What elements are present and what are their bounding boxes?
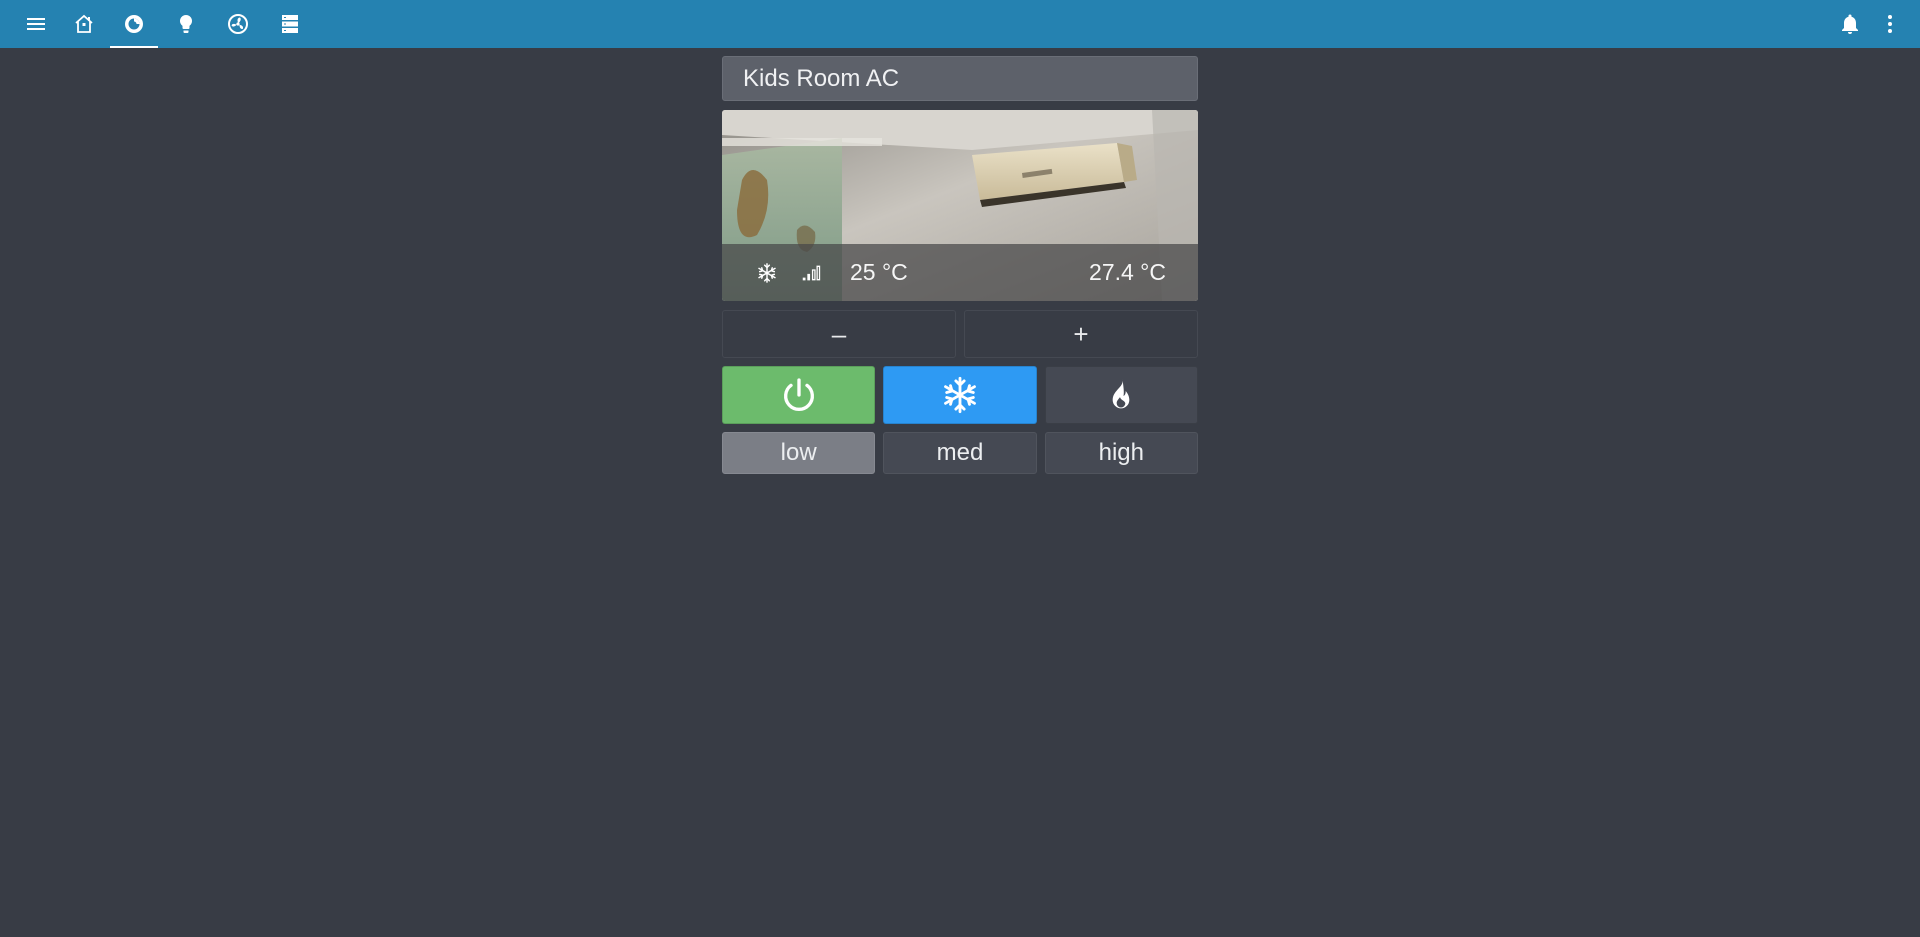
snowflake-icon — [758, 262, 776, 283]
mode-cool-button[interactable] — [883, 366, 1037, 424]
tab-home[interactable] — [60, 0, 108, 48]
top-app-bar — [0, 0, 1920, 48]
fan-med-button[interactable]: med — [883, 432, 1037, 474]
fire-icon — [1112, 379, 1130, 409]
mode-heat-button[interactable] — [1044, 366, 1198, 424]
room-picture: 25 °C 27.4 °C — [722, 110, 1198, 301]
card-title: Kids Room AC — [722, 56, 1198, 101]
tab-fans[interactable] — [214, 0, 262, 48]
tab-lights[interactable] — [162, 0, 210, 48]
fan-mode-row: low med high — [722, 432, 1198, 474]
server-icon — [282, 15, 298, 33]
bell-icon — [1842, 14, 1858, 34]
lightbulb-icon — [179, 14, 193, 34]
thermostat-card: Kids Room AC 25 °C 27.4 °C – + low med h… — [722, 56, 1198, 474]
fan-speed-indicator — [800, 244, 822, 301]
fan-high-button[interactable]: high — [1044, 432, 1198, 474]
fan-low-button[interactable]: low — [722, 432, 876, 474]
decrease-temp-button[interactable]: – — [722, 310, 956, 358]
increase-temp-button[interactable]: + — [964, 310, 1198, 358]
target-temperature: 25 °C — [850, 259, 908, 285]
thermostat-view-icon — [125, 15, 143, 33]
hvac-mode-indicator — [756, 244, 778, 301]
current-temperature: 27.4 °C — [1089, 259, 1166, 285]
more-vert-icon — [1888, 15, 1892, 33]
power-icon — [783, 378, 814, 411]
menu-icon — [27, 18, 45, 30]
temperature-adjust-row: – + — [722, 310, 1198, 358]
snowflake-icon — [944, 376, 976, 414]
hvac-mode-row — [722, 366, 1198, 424]
home-icon — [75, 14, 93, 33]
tab-thermostat[interactable] — [110, 0, 158, 48]
mode-off-button[interactable] — [722, 366, 876, 424]
signal-bars-icon — [802, 265, 821, 280]
status-overlay: 25 °C 27.4 °C — [722, 244, 1198, 301]
tab-server[interactable] — [266, 0, 314, 48]
menu-button[interactable] — [12, 0, 60, 48]
fan-icon — [228, 14, 248, 34]
overflow-menu-button[interactable] — [1866, 0, 1914, 48]
